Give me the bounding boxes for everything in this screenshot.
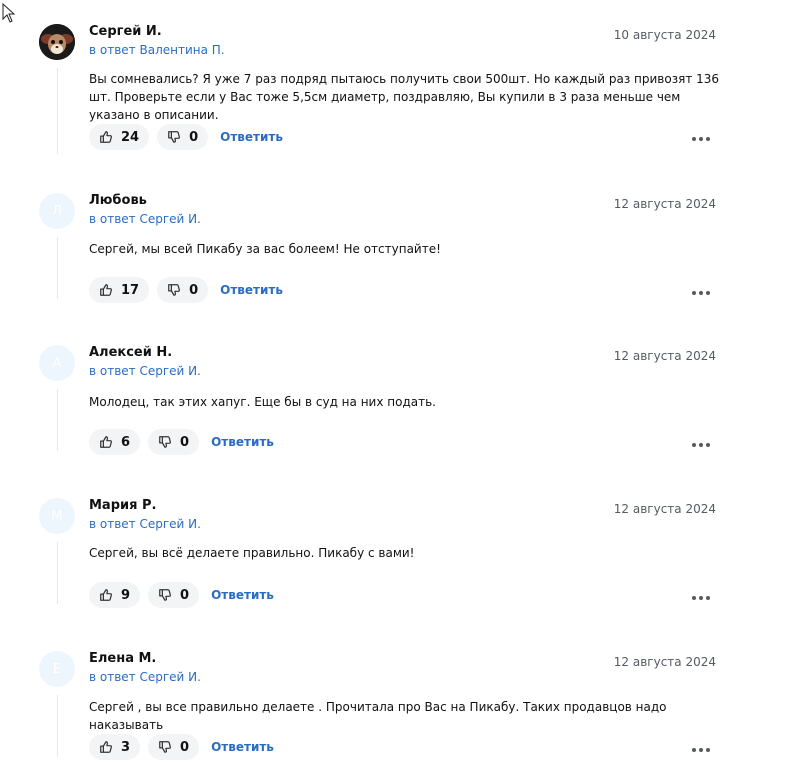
thumbs-up-icon bbox=[100, 131, 112, 143]
thread-line bbox=[57, 542, 58, 604]
like-button[interactable]: 3 bbox=[89, 734, 141, 760]
thumbs-down-icon bbox=[159, 589, 172, 601]
dislike-button[interactable]: 0 bbox=[148, 582, 200, 608]
comment-actions: 17 0 Ответить bbox=[89, 276, 283, 304]
like-button[interactable]: 6 bbox=[89, 429, 141, 455]
reply-to-link[interactable]: в ответ Сергей И. bbox=[89, 212, 201, 226]
comment-item: Е Елена М. в ответ Сергей И. 12 августа … bbox=[0, 651, 794, 771]
reply-to-link[interactable]: в ответ Сергей И. bbox=[89, 364, 201, 378]
dislike-count: 0 bbox=[189, 282, 199, 298]
comment-date: 12 августа 2024 bbox=[613, 655, 716, 669]
like-button[interactable]: 17 bbox=[89, 277, 150, 303]
like-button[interactable]: 9 bbox=[89, 582, 141, 608]
dislike-count: 0 bbox=[180, 587, 190, 603]
dislike-count: 0 bbox=[189, 129, 199, 145]
comment-date: 10 августа 2024 bbox=[613, 28, 716, 42]
mouse-pointer-icon bbox=[2, 3, 16, 23]
comment-text: Молодец, так этих хапуг. Еще бы в суд на… bbox=[89, 395, 436, 409]
avatar[interactable]: Л bbox=[39, 193, 75, 229]
thumbs-down-icon bbox=[159, 436, 172, 448]
like-count: 17 bbox=[121, 282, 140, 298]
thumbs-up-icon bbox=[100, 589, 112, 601]
reply-to-link[interactable]: в ответ Сергей И. bbox=[89, 670, 201, 684]
comment-item: Сергей И. в ответ Валентина П. 10 август… bbox=[0, 24, 794, 164]
thumbs-up-icon bbox=[100, 284, 112, 296]
avatar-image bbox=[39, 24, 75, 60]
comment-author[interactable]: Елена М. bbox=[89, 651, 156, 666]
thread-line bbox=[57, 237, 58, 299]
avatar[interactable]: Е bbox=[39, 651, 75, 687]
avatar[interactable]: А bbox=[39, 345, 75, 381]
reply-button[interactable]: Ответить bbox=[211, 588, 274, 602]
avatar[interactable]: М bbox=[39, 498, 75, 534]
comment-author[interactable]: Сергей И. bbox=[89, 24, 162, 39]
thumbs-up-icon bbox=[100, 741, 112, 753]
like-button[interactable]: 24 bbox=[89, 124, 150, 150]
avatar[interactable] bbox=[39, 24, 75, 60]
avatar-letter: А bbox=[52, 355, 62, 371]
comment-author[interactable]: Алексей Н. bbox=[89, 345, 172, 360]
reply-to-link[interactable]: в ответ Валентина П. bbox=[89, 43, 225, 57]
reply-button[interactable]: Ответить bbox=[211, 740, 274, 754]
comment-date: 12 августа 2024 bbox=[613, 197, 716, 211]
comment-text: Сергей, вы всё делаете правильно. Пикабу… bbox=[89, 546, 415, 560]
reply-to-link[interactable]: в ответ Сергей И. bbox=[89, 517, 201, 531]
thread-line bbox=[57, 695, 58, 757]
like-count: 3 bbox=[121, 739, 131, 755]
thumbs-up-icon bbox=[100, 436, 112, 448]
thread-line bbox=[57, 389, 58, 451]
comment-text: Сергей , вы все правильно делаете . Проч… bbox=[89, 700, 667, 732]
like-count: 9 bbox=[121, 587, 131, 603]
comment-date: 12 августа 2024 bbox=[613, 502, 716, 516]
avatar-letter: Л bbox=[52, 203, 62, 219]
comment-date: 12 августа 2024 bbox=[613, 349, 716, 363]
thumbs-down-icon bbox=[168, 131, 181, 143]
comment-actions: 9 0 Ответить bbox=[89, 581, 274, 609]
more-horizontal-icon[interactable] bbox=[692, 595, 710, 601]
more-horizontal-icon[interactable] bbox=[692, 136, 710, 142]
comment-actions: 3 0 Ответить bbox=[89, 733, 274, 761]
reply-button[interactable]: Ответить bbox=[220, 130, 283, 144]
thumbs-down-icon bbox=[159, 741, 172, 753]
thumbs-down-icon bbox=[168, 284, 181, 296]
like-count: 24 bbox=[121, 129, 140, 145]
comment-item: М Мария Р. в ответ Сергей И. 12 августа … bbox=[0, 498, 794, 638]
avatar-letter: М bbox=[51, 508, 63, 524]
comment-text: Сергей, мы всей Пикабу за вас болеем! Не… bbox=[89, 242, 441, 256]
comment-actions: 6 0 Ответить bbox=[89, 428, 274, 456]
dislike-button[interactable]: 0 bbox=[157, 124, 209, 150]
comment-item: Л Любовь в ответ Сергей И. 12 августа 20… bbox=[0, 193, 794, 333]
comment-item: А Алексей Н. в ответ Сергей И. 12 август… bbox=[0, 345, 794, 485]
avatar-letter: Е bbox=[52, 661, 62, 677]
reply-button[interactable]: Ответить bbox=[220, 283, 283, 297]
like-count: 6 bbox=[121, 434, 131, 450]
comment-text: Вы сомневались? Я уже 7 раз подряд пытаю… bbox=[89, 72, 720, 122]
comment-author[interactable]: Мария Р. bbox=[89, 498, 156, 513]
dislike-count: 0 bbox=[180, 434, 190, 450]
more-horizontal-icon[interactable] bbox=[692, 290, 710, 296]
dislike-button[interactable]: 0 bbox=[148, 429, 200, 455]
dislike-count: 0 bbox=[180, 739, 190, 755]
comment-author[interactable]: Любовь bbox=[89, 193, 147, 208]
thread-line bbox=[57, 68, 58, 154]
reply-button[interactable]: Ответить bbox=[211, 435, 274, 449]
more-horizontal-icon[interactable] bbox=[692, 442, 710, 448]
dislike-button[interactable]: 0 bbox=[157, 277, 209, 303]
more-horizontal-icon[interactable] bbox=[692, 747, 710, 753]
dislike-button[interactable]: 0 bbox=[148, 734, 200, 760]
comment-actions: 24 0 Ответить bbox=[89, 123, 283, 151]
